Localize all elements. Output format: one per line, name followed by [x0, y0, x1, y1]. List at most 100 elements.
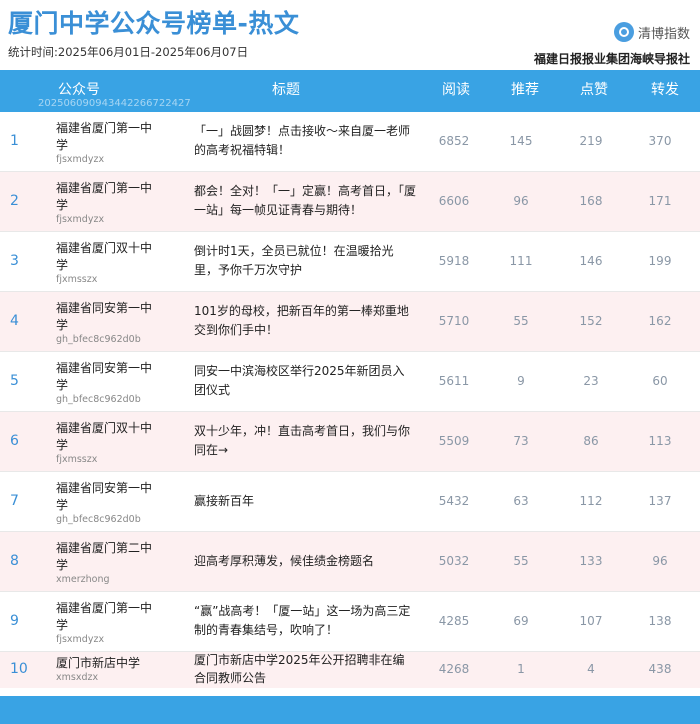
cell-recommends: 1 [517, 662, 525, 676]
account-name: 福建省厦门双十中学 [56, 241, 153, 272]
article-title: 双十少年，冲！直击高考首日，我们与你同在→ [194, 424, 411, 457]
page-title: 厦门中学公众号榜单-热文 [8, 9, 300, 38]
rank-number: 9 [10, 613, 19, 629]
account-id: xmerzhong [56, 574, 110, 585]
table-row[interactable]: 5 福建省同安第一中学 gh_bfec8c962d0b 同安一中滨海校区举行2025年… [0, 352, 700, 412]
cell-shares: 60 [652, 374, 668, 388]
rank-number: 8 [10, 553, 19, 569]
column-header-recommends: 推荐 [511, 82, 539, 98]
account-id: fjsxmdyzx [56, 154, 105, 165]
table-row[interactable]: 9 福建省厦门第一中学 fjsxmdyzx “赢”战高考！「厦一站」这一场为高三定制的… [0, 592, 700, 652]
cell-reads: 5918 [438, 254, 470, 268]
cell-shares: 171 [648, 194, 672, 208]
brand-logo-icon [613, 22, 634, 42]
column-header-account: 公众号 [58, 82, 100, 98]
cell-recommends: 96 [513, 194, 529, 208]
article-title: 「一」战圆梦！点击接收～来自厦一老师的高考祝福特辑！ [194, 124, 411, 157]
account-id: fjsxmdyzx [56, 214, 105, 225]
account-id: xmsxdzx [56, 672, 99, 683]
account-id: fjxmsszx [56, 454, 98, 465]
account-name: 福建省同安第一中学 [56, 361, 153, 392]
cell-reads: 6606 [438, 194, 470, 208]
cell-recommends: 63 [513, 494, 529, 508]
cell-recommends: 69 [513, 614, 529, 628]
cell-recommends: 73 [513, 434, 529, 448]
cell-likes: 86 [583, 434, 599, 448]
table-header: 公众号 标题 阅读 推荐 点赞 转发 202506090943442266722… [0, 70, 700, 112]
cell-likes: 112 [579, 494, 603, 508]
footer-bar [0, 696, 700, 724]
rank-number: 2 [10, 193, 19, 209]
table-row[interactable]: 6 福建省厦门双十中学 fjxmsszx 双十少年，冲！直击高考首日，我们与你同在→ 5… [0, 412, 700, 472]
account-name: 福建省厦门第一中学 [56, 181, 153, 212]
table-row[interactable]: 2 福建省厦门第一中学 fjsxmdyzx 都会！全对！「一」定赢！高考首日，「厦一站… [0, 172, 700, 232]
cell-reads: 4268 [438, 662, 470, 676]
cell-shares: 138 [648, 614, 672, 628]
rank-number: 4 [10, 313, 19, 329]
table-row[interactable]: 1 福建省厦门第一中学 fjsxmdyzx 「一」战圆梦！点击接收～来自厦一老师的高考… [0, 112, 700, 172]
table-row[interactable]: 7 福建省同安第一中学 gh_bfec8c962d0b 赢接新百年 5432 63 112 1… [0, 472, 700, 532]
cell-shares: 438 [648, 662, 672, 676]
account-name: 厦门市新店中学 [56, 656, 141, 670]
publisher: 福建日报报业集团海峡导报社 [533, 52, 690, 66]
cell-shares: 162 [648, 314, 672, 328]
rank-number: 10 [10, 661, 28, 677]
rank-number: 1 [10, 133, 19, 149]
account-name: 福建省同安第一中学 [56, 481, 153, 512]
cell-recommends: 9 [517, 374, 525, 388]
rank-number: 6 [10, 433, 19, 449]
article-title: “赢”战高考！「厦一站」这一场为高三定制的青春集结号，吹响了！ [194, 604, 411, 637]
account-id: fjsxmdyzx [56, 634, 105, 645]
article-title: 同安一中滨海校区举行2025年新团员入团仪式 [194, 364, 405, 397]
article-title: 101岁的母校，把新百年的第一棒郑重地交到你们手中！ [194, 304, 409, 337]
cell-shares: 370 [648, 134, 672, 148]
column-header-shares: 转发 [651, 82, 679, 98]
account-name: 福建省同安第一中学 [56, 301, 153, 332]
cell-shares: 96 [652, 554, 668, 568]
cell-reads: 4285 [438, 614, 470, 628]
cell-recommends: 55 [513, 554, 529, 568]
column-header-likes: 点赞 [580, 82, 608, 98]
cell-shares: 137 [648, 494, 672, 508]
account-id: gh_bfec8c962d0b [56, 514, 141, 525]
cell-likes: 168 [579, 194, 603, 208]
table-row[interactable]: 8 福建省厦门第二中学 xmerzhong 迎高考厚积薄发，候佳绩金榜题名 5032 55… [0, 532, 700, 592]
account-id: gh_bfec8c962d0b [56, 334, 141, 345]
article-title: 倒计时1天，全员已就位！在温暖拾光里，予你千万次守护 [194, 244, 394, 277]
rank-number: 3 [10, 253, 19, 269]
cell-shares: 113 [648, 434, 672, 448]
cell-likes: 219 [579, 134, 603, 148]
cell-reads: 5611 [438, 374, 470, 388]
cell-reads: 5032 [438, 554, 470, 568]
account-name: 福建省厦门双十中学 [56, 421, 153, 452]
cell-recommends: 145 [509, 134, 533, 148]
table-row[interactable]: 3 福建省厦门双十中学 fjxmsszx 倒计时1天，全员已就位！在温暖拾光里，予你千… [0, 232, 700, 292]
stat-period: 统计时间:2025年06月01日-2025年06月07日 [8, 45, 249, 59]
rank-number: 5 [10, 373, 19, 389]
brand: 清博指数 [613, 22, 690, 42]
cell-recommends: 55 [513, 314, 529, 328]
cell-likes: 133 [579, 554, 603, 568]
cell-reads: 5432 [438, 494, 470, 508]
account-id: fjxmsszx [56, 274, 98, 285]
article-title: 赢接新百年 [194, 494, 255, 508]
page-header: 厦门中学公众号榜单-热文 统计时间:2025年06月01日-2025年06月07… [0, 0, 700, 70]
timestamp-code: 20250609094344226672242​7 [38, 98, 191, 109]
article-title: 都会！全对！「一」定赢！高考首日，「厦一站」每一帧见证青春与期待！ [194, 184, 417, 217]
cell-shares: 199 [648, 254, 672, 268]
cell-recommends: 111 [509, 254, 533, 268]
account-name: 福建省厦门第二中学 [56, 541, 153, 572]
cell-reads: 5509 [438, 434, 470, 448]
rank-number: 7 [10, 493, 19, 509]
table-row[interactable]: 4 福建省同安第一中学 gh_bfec8c962d0b 101岁的母校，把新百年的第一… [0, 292, 700, 352]
account-name: 福建省厦门第一中学 [56, 601, 153, 632]
account-id: gh_bfec8c962d0b [56, 394, 141, 405]
cell-likes: 146 [579, 254, 603, 268]
brand-name: 清博指数 [637, 26, 690, 42]
column-header-reads: 阅读 [442, 82, 470, 98]
column-header-headline: 标题 [272, 82, 300, 98]
table-row[interactable]: 10 厦门市新店中学 xmsxdzx 厦门市新店中学2025年公开招聘非在编合同教师公… [0, 652, 700, 688]
cell-reads: 5710 [438, 314, 470, 328]
cell-likes: 152 [579, 314, 603, 328]
cell-likes: 107 [579, 614, 603, 628]
